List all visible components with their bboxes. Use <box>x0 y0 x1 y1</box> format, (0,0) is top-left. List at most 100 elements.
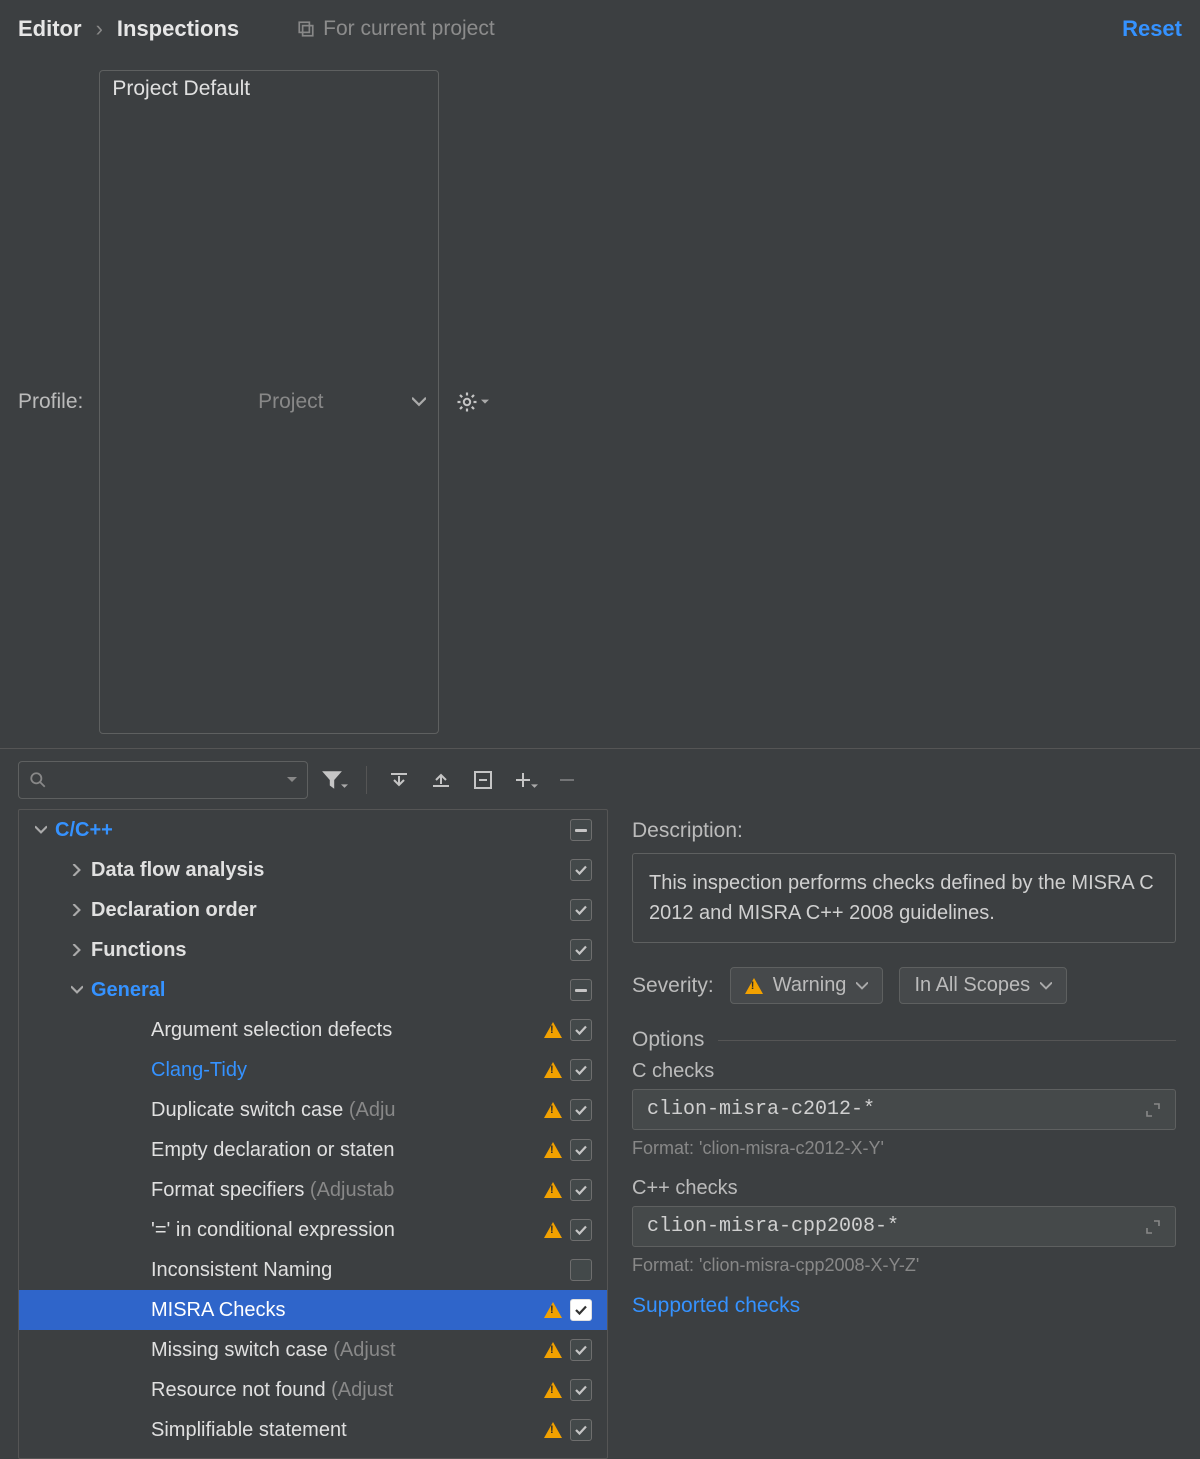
tree-row-label: Data flow analysis <box>91 859 539 882</box>
tree-row[interactable]: Missing switch case (Adjust <box>19 1330 607 1370</box>
severity-select[interactable]: Warning <box>730 967 884 1004</box>
chevron-right-icon[interactable] <box>63 944 91 956</box>
tree-row[interactable]: Argument selection defects <box>19 1010 607 1050</box>
tree-row[interactable]: Functions <box>19 930 607 970</box>
checkbox[interactable] <box>570 859 592 881</box>
expand-icon[interactable] <box>1145 1102 1161 1118</box>
copy-icon <box>297 20 315 38</box>
tree-row-label: Clang-Tidy <box>151 1059 539 1082</box>
description-label: Description: <box>632 819 1176 843</box>
checkbox[interactable] <box>570 1419 592 1441</box>
breadcrumb: Editor › Inspections For current project <box>18 16 495 42</box>
tree-row[interactable]: General <box>19 970 607 1010</box>
checkbox[interactable] <box>570 899 592 921</box>
checkbox[interactable] <box>570 939 592 961</box>
warning-icon <box>544 1222 562 1238</box>
warning-icon <box>544 1062 562 1078</box>
tree-row[interactable]: Resource not found (Adjust <box>19 1370 607 1410</box>
checkbox[interactable] <box>570 979 592 1001</box>
checkbox[interactable] <box>570 1019 592 1041</box>
profile-select[interactable]: Project Default Project <box>99 70 439 734</box>
warning-icon <box>544 1422 562 1438</box>
checkbox[interactable] <box>570 1259 592 1281</box>
profile-settings-button[interactable] <box>455 390 489 414</box>
tree-row[interactable]: Duplicate switch case (Adju <box>19 1090 607 1130</box>
tree-row[interactable]: Empty declaration or staten <box>19 1130 607 1170</box>
severity-value: Warning <box>773 974 847 997</box>
supported-checks-link[interactable]: Supported checks <box>632 1294 800 1317</box>
options-label: Options <box>632 1028 704 1052</box>
severity-label: Severity: <box>632 974 714 998</box>
checkbox[interactable] <box>570 819 592 841</box>
tree-row-label: Declaration order <box>91 899 539 922</box>
warning-icon <box>544 1342 562 1358</box>
square-minus-icon <box>473 770 493 790</box>
chevron-down-icon[interactable] <box>63 985 91 995</box>
tree-row[interactable]: Data flow analysis <box>19 850 607 890</box>
checkbox[interactable] <box>570 1059 592 1081</box>
collapse-all-icon <box>431 770 451 790</box>
for-current-project-label: For current project <box>297 17 495 41</box>
scope-select[interactable]: In All Scopes <box>899 967 1067 1004</box>
profile-value: Project Default <box>112 77 250 727</box>
tree-row-label: Empty declaration or staten <box>151 1139 539 1162</box>
checkbox[interactable] <box>570 1099 592 1121</box>
add-button[interactable] <box>509 764 541 796</box>
checkbox[interactable] <box>570 1299 592 1321</box>
profile-scope-hint: Project <box>258 390 404 414</box>
tree-row-label: Inconsistent Naming <box>151 1259 539 1282</box>
tree-row-label: '=' in conditional expression <box>151 1219 539 1242</box>
warning-icon <box>544 1302 562 1318</box>
tree-row[interactable]: Declaration order <box>19 890 607 930</box>
checkbox[interactable] <box>570 1219 592 1241</box>
search-icon <box>29 771 47 789</box>
reset-defaults-button[interactable] <box>467 764 499 796</box>
profile-label: Profile: <box>18 390 83 414</box>
chevron-down-icon <box>856 982 868 990</box>
breadcrumb-parent[interactable]: Editor <box>18 16 82 42</box>
tree-row[interactable]: MISRA Checks <box>19 1290 607 1330</box>
remove-button[interactable] <box>551 764 583 796</box>
expand-all-button[interactable] <box>383 764 415 796</box>
tree-row-label: C/C++ <box>55 819 539 842</box>
tree-row-label: Format specifiers (Adjustab <box>151 1179 539 1202</box>
gear-icon <box>455 390 479 414</box>
checkbox[interactable] <box>570 1379 592 1401</box>
tree-row-label: Missing switch case (Adjust <box>151 1339 539 1362</box>
cpp-checks-label: C++ checks <box>632 1177 1176 1200</box>
search-input[interactable] <box>18 761 308 799</box>
cpp-checks-input[interactable]: clion-misra-cpp2008-* <box>632 1206 1176 1247</box>
c-checks-format-hint: Format: 'clion-misra-c2012-X-Y' <box>632 1138 1176 1159</box>
tree-row[interactable]: Clang-Tidy <box>19 1050 607 1090</box>
tree-row[interactable]: '=' in conditional expression <box>19 1210 607 1250</box>
tree-row[interactable]: Inconsistent Naming <box>19 1250 607 1290</box>
chevron-right-icon[interactable] <box>63 904 91 916</box>
tree-row-label: General <box>91 979 539 1002</box>
chevron-down-icon <box>1040 982 1052 990</box>
tree-row[interactable]: Simplifiable statement <box>19 1410 607 1450</box>
c-checks-input[interactable]: clion-misra-c2012-* <box>632 1089 1176 1130</box>
filter-button[interactable] <box>318 764 350 796</box>
checkbox[interactable] <box>570 1139 592 1161</box>
chevron-down-icon[interactable] <box>27 825 55 835</box>
tree-row[interactable]: Format specifiers (Adjustab <box>19 1170 607 1210</box>
warning-icon <box>544 1382 562 1398</box>
breadcrumb-sep-icon: › <box>96 16 103 42</box>
checkbox[interactable] <box>570 1179 592 1201</box>
c-checks-label: C checks <box>632 1060 1176 1083</box>
chevron-right-icon[interactable] <box>63 864 91 876</box>
cpp-checks-format-hint: Format: 'clion-misra-cpp2008-X-Y-Z' <box>632 1255 1176 1276</box>
expand-icon[interactable] <box>1145 1219 1161 1235</box>
description-text: This inspection performs checks defined … <box>632 853 1176 943</box>
tree-row[interactable]: C/C++ <box>19 810 607 850</box>
tree-row-label: Duplicate switch case (Adju <box>151 1099 539 1122</box>
checkbox[interactable] <box>570 1339 592 1361</box>
warning-icon <box>745 978 763 994</box>
inspection-tree[interactable]: C/C++ Data flow analysis Declaration order… <box>18 809 608 1459</box>
reset-link[interactable]: Reset <box>1122 16 1182 42</box>
collapse-all-button[interactable] <box>425 764 457 796</box>
warning-icon <box>544 1142 562 1158</box>
warning-icon <box>544 1022 562 1038</box>
tree-row-label: MISRA Checks <box>151 1299 539 1322</box>
minus-icon <box>557 770 577 790</box>
